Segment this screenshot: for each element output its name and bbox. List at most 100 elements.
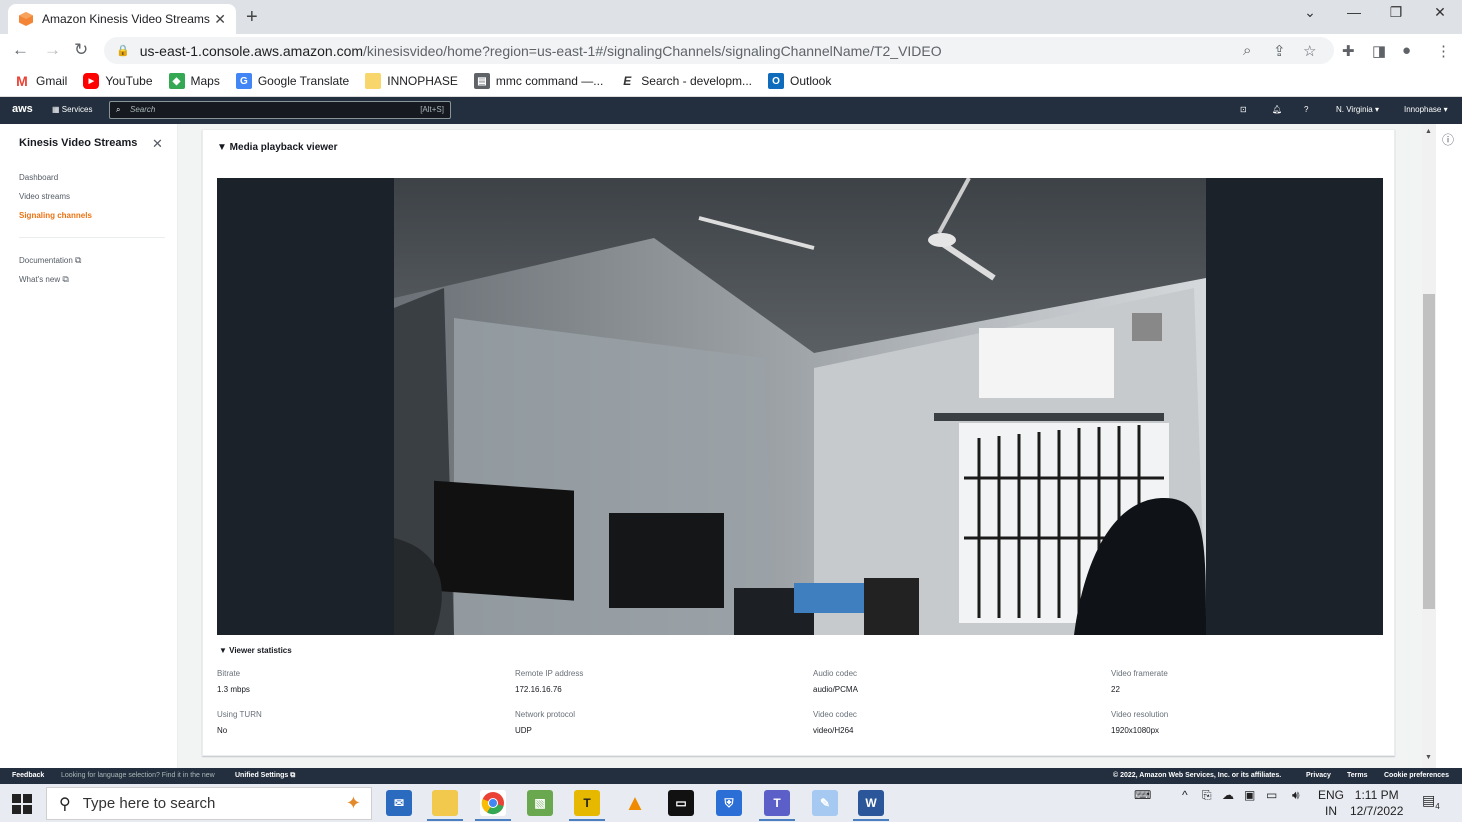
stat-value-network-protocol: UDP (515, 726, 532, 735)
stat-label-using-turn: Using TURN (217, 710, 262, 719)
sidebar-item-signaling-channels[interactable]: Signaling channels (19, 211, 92, 220)
mail-app-icon[interactable]: ✉ (386, 790, 412, 816)
aws-logo[interactable]: aws (12, 103, 33, 115)
help-icon[interactable]: ? (1304, 105, 1308, 114)
notifications-bell-icon[interactable]: 🔔︎ (1272, 105, 1282, 114)
bookmark-google-translate[interactable]: G Google Translate (235, 73, 349, 89)
video-player[interactable] (217, 178, 1383, 635)
zoom-icon[interactable]: ⌕ (1243, 42, 1251, 59)
file-explorer-icon[interactable] (432, 790, 458, 816)
cloud-icon[interactable]: ☁ (1222, 788, 1234, 802)
bookmark-innophase[interactable]: INNOPHASE (365, 73, 458, 89)
sidebar-item-dashboard[interactable]: Dashboard (19, 173, 58, 182)
restore-icon[interactable]: ❐ (1376, 4, 1416, 21)
chrome-logo-icon (481, 792, 504, 815)
viewer-statistics-header[interactable]: ▼ Viewer statistics (219, 646, 292, 655)
active-app-indicator (427, 819, 463, 821)
account-menu[interactable]: Innophase ▾ (1404, 105, 1448, 114)
media-playback-viewer-header[interactable]: ▼ Media playback viewer (217, 142, 338, 153)
security-app-icon[interactable]: ⛨ (716, 790, 742, 816)
region-selector[interactable]: N. Virginia ▾ (1336, 105, 1379, 114)
minimize-icon[interactable]: — (1334, 4, 1374, 20)
sidebar-link-whats-new[interactable]: What's new ⧉ (19, 274, 69, 285)
bookmarks-bar: M Gmail ▶ YouTube ◆ Maps G Google Translate … (0, 66, 1462, 97)
feedback-link[interactable]: Feedback (12, 768, 44, 784)
browser-tab[interactable]: Amazon Kinesis Video Streams ✕ (8, 4, 236, 34)
sidebar-link-documentation[interactable]: Documentation ⧉ (19, 255, 81, 266)
page-scrollbar[interactable]: ▲ ▼ (1422, 124, 1436, 768)
grid-icon: ▦ (52, 105, 62, 114)
forward-arrow-icon[interactable]: → (44, 40, 61, 60)
external-link-icon: ⧉ (75, 255, 82, 265)
reload-icon[interactable]: ↻ (74, 40, 88, 60)
profile-avatar-icon[interactable]: ● (1402, 42, 1411, 59)
address-bar[interactable]: 🔒 us-east-1.console.aws.amazon.com/kines… (104, 37, 1334, 64)
stat-value-video-framerate: 22 (1111, 685, 1120, 694)
lock-icon: 🔒 (116, 45, 130, 57)
bookmark-search-development[interactable]: E Search - developm... (619, 73, 752, 89)
windows-start-icon[interactable] (12, 794, 32, 814)
aws-search-input[interactable]: ⌕ Search [Alt+S] (109, 101, 451, 119)
side-panel-icon[interactable]: ◨ (1372, 42, 1386, 60)
terminal-icon[interactable]: ▭ (668, 790, 694, 816)
scrollbar-thumb[interactable] (1423, 294, 1435, 609)
stat-label-video-resolution: Video resolution (1111, 710, 1169, 719)
bookmark-mmc-command[interactable]: ▤ mmc command —... (473, 73, 603, 89)
close-sidebar-icon[interactable]: ✕ (152, 136, 163, 152)
privacy-link[interactable]: Privacy (1306, 768, 1331, 784)
battery-icon[interactable]: ▭ (1266, 788, 1277, 802)
cookie-preferences-link[interactable]: Cookie preferences (1384, 768, 1449, 784)
notification-center-icon[interactable]: ▤4 (1422, 792, 1440, 811)
photos-app-icon[interactable]: ▧ (527, 790, 553, 816)
search-placeholder: Search (130, 105, 156, 114)
bookmark-gmail[interactable]: M Gmail (14, 73, 67, 89)
region-code: IN (1325, 804, 1337, 818)
search-highlight-icon: ✦ (345, 793, 361, 813)
youtube-icon: ▶ (83, 73, 100, 89)
external-link-icon: ⧉ (62, 274, 69, 284)
display-icon[interactable]: ▣ (1244, 788, 1255, 802)
stat-label-video-codec: Video codec (813, 710, 857, 719)
browser-menu-icon[interactable]: ⋮ (1436, 42, 1451, 60)
bookmark-youtube[interactable]: ▶ YouTube (83, 73, 153, 89)
keyboard-icon[interactable]: ⌨ (1134, 788, 1151, 802)
usb-device-icon[interactable]: ⎘ (1202, 788, 1212, 803)
share-icon[interactable]: ⇪ (1273, 42, 1286, 60)
scroll-up-arrow-icon[interactable]: ▲ (1425, 128, 1432, 135)
tab-search-chevron-icon[interactable]: ⌄ (1290, 4, 1330, 21)
language-indicator[interactable]: ENG IN (1318, 787, 1344, 819)
bookmark-star-icon[interactable]: ☆ (1303, 42, 1316, 60)
text-editor-icon[interactable]: T (574, 790, 600, 816)
bookmark-outlook[interactable]: O Outlook (768, 73, 831, 89)
unified-settings-link[interactable]: Unified Settings ⧉ (235, 768, 295, 784)
search-shortcut-hint: [Alt+S] (420, 105, 444, 114)
media-playback-panel: ▼ Media playback viewer ▼ Viewer statist… (202, 129, 1395, 756)
tray-chevron-up-icon[interactable]: ^ (1182, 788, 1188, 802)
services-menu[interactable]: ▦ Services (52, 105, 92, 114)
system-clock[interactable]: 1:11 PM 12/7/2022 (1350, 787, 1403, 819)
back-arrow-icon[interactable]: ← (12, 40, 29, 60)
bookmark-maps[interactable]: ◆ Maps (168, 73, 220, 89)
scroll-down-arrow-icon[interactable]: ▼ (1425, 754, 1432, 761)
translate-icon: G (235, 73, 252, 89)
window-close-icon[interactable]: ✕ (1420, 4, 1460, 21)
tab-close-icon[interactable]: ✕ (214, 11, 226, 28)
extensions-icon[interactable]: ✚ (1342, 42, 1355, 60)
word-icon[interactable]: W (858, 790, 884, 816)
info-icon[interactable]: ⓘ (1442, 131, 1454, 148)
stat-value-video-codec: video/H264 (813, 726, 854, 735)
taskbar-search-input[interactable]: ⚲ Type here to search ✦ (46, 787, 372, 820)
windows-taskbar: ⚲ Type here to search ✦ ✉ ▧ T ▲ ▭ ⛨ T ✎ … (0, 784, 1462, 822)
terms-link[interactable]: Terms (1347, 768, 1368, 784)
vlc-icon[interactable]: ▲ (622, 790, 648, 816)
sidebar-item-video-streams[interactable]: Video streams (19, 192, 70, 201)
teams-icon[interactable]: T (764, 790, 790, 816)
paint-icon[interactable]: ✎ (812, 790, 838, 816)
new-tab-button[interactable]: + (246, 6, 258, 29)
document-icon: ▤ (473, 73, 490, 89)
cloudshell-icon[interactable]: ⊡ (1240, 105, 1247, 114)
volume-icon[interactable]: 🔊︎ (1292, 788, 1300, 803)
chrome-icon[interactable] (480, 790, 506, 816)
active-app-indicator (759, 819, 795, 821)
url-host: us-east-1.console.aws.amazon.com (139, 42, 364, 59)
